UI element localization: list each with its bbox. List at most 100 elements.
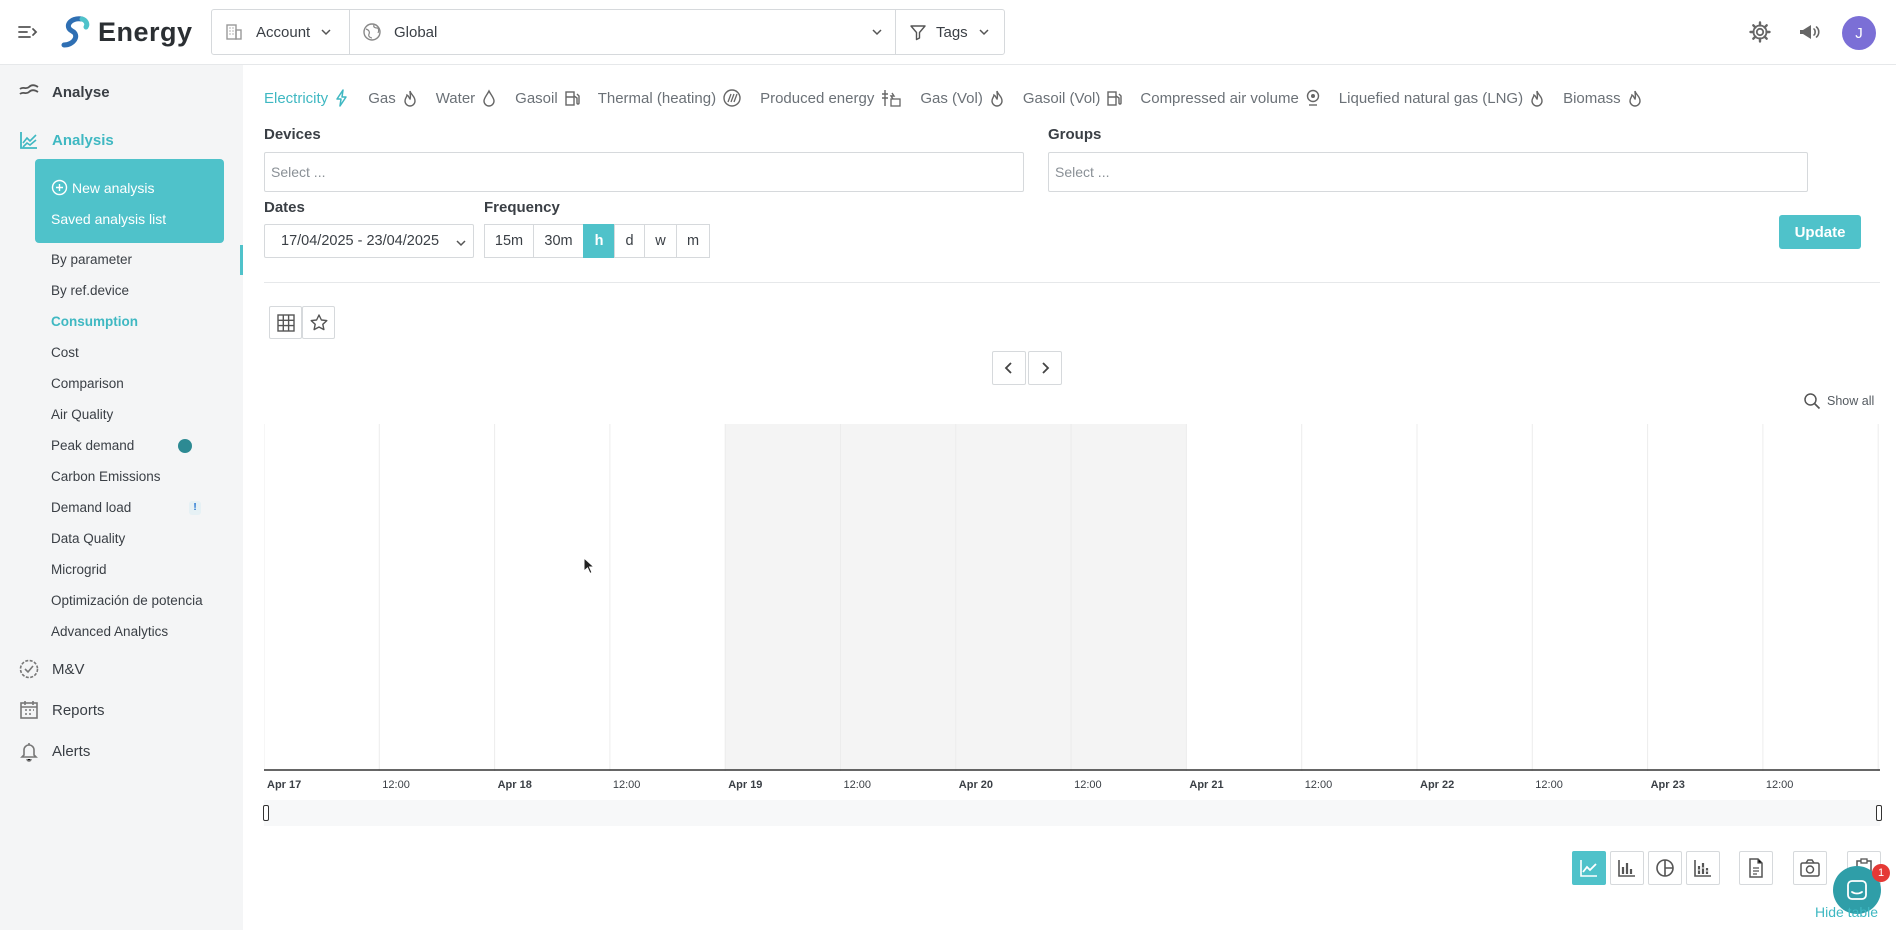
- flame-icon: [404, 90, 416, 107]
- x-tick-label: Apr 21: [1189, 779, 1224, 791]
- tab-electricity[interactable]: Electricity: [264, 89, 350, 107]
- sidebar-sub-air-quality[interactable]: Air Quality: [51, 407, 113, 422]
- x-tick-label: 12:00: [1535, 779, 1563, 791]
- sidebar-item-analyse[interactable]: Analyse: [18, 81, 110, 103]
- demand-load-alert-badge: !: [189, 501, 201, 515]
- zoom-out-icon: [1804, 393, 1821, 410]
- sidebar-label-reports: Reports: [52, 701, 105, 719]
- sidebar-sub-microgrid[interactable]: Microgrid: [51, 562, 107, 577]
- tab-compressed-air-volume[interactable]: Compressed air volume: [1140, 89, 1320, 107]
- flame-icon: [991, 90, 1003, 107]
- sidebar-sub-by-ref-device[interactable]: By ref.device: [51, 283, 129, 298]
- sidebar-sub-comparison[interactable]: Comparison: [51, 376, 124, 391]
- groups-label: Groups: [1048, 126, 1102, 143]
- sidebar-sub-advanced-analytics[interactable]: Advanced Analytics: [51, 624, 168, 639]
- sidebar-item-reports[interactable]: Reports: [18, 699, 105, 721]
- tab-label: Biomass: [1563, 89, 1621, 107]
- location-selector[interactable]: Global: [350, 10, 896, 54]
- x-tick-label: Apr 18: [497, 779, 532, 791]
- navigator-left-handle[interactable]: [263, 805, 269, 821]
- tab-produced-energy[interactable]: Produced energy: [760, 89, 902, 107]
- sidebar-item-analysis[interactable]: Analysis: [18, 129, 114, 151]
- sidebar-sub-peak-demand[interactable]: Peak demand: [51, 438, 134, 453]
- sidebar-item-mv[interactable]: M&V: [18, 658, 85, 680]
- analyse-icon: [19, 84, 39, 95]
- stacked-bar-chart-button[interactable]: [1686, 851, 1720, 885]
- sidebar-sub-cost[interactable]: Cost: [51, 345, 79, 360]
- tab-lng[interactable]: Liquefied natural gas (LNG): [1339, 89, 1545, 107]
- frequency-option-d[interactable]: d: [614, 224, 644, 258]
- tab-label: Liquefied natural gas (LNG): [1338, 89, 1524, 107]
- fuel-pump-icon: [564, 91, 580, 106]
- tab-label: Thermal (heating): [597, 89, 717, 107]
- tab-gas-vol[interactable]: Gas (Vol): [920, 89, 1005, 107]
- x-tick-label: Apr 22: [1420, 779, 1455, 791]
- logo-mark-icon: [61, 16, 90, 48]
- document-icon: [1749, 858, 1763, 878]
- groups-select[interactable]: Select ...: [1048, 152, 1808, 192]
- new-analysis-link[interactable]: New analysis: [51, 179, 154, 196]
- next-period-button[interactable]: [1028, 351, 1062, 385]
- gear-icon[interactable]: [1748, 20, 1772, 44]
- update-button[interactable]: Update: [1779, 215, 1861, 249]
- previous-period-button[interactable]: [992, 351, 1026, 385]
- chart-navigator[interactable]: [264, 800, 1880, 826]
- export-pdf-button[interactable]: [1739, 851, 1773, 885]
- drop-icon: [483, 89, 495, 107]
- table-view-button[interactable]: [269, 306, 302, 339]
- frequency-selector: 15m 30m h d w m: [484, 224, 710, 258]
- consumption-chart[interactable]: [264, 424, 1880, 771]
- flame-icon: [1628, 90, 1641, 107]
- account-label: Account: [256, 23, 311, 41]
- building-icon: [226, 24, 242, 40]
- frequency-option-h[interactable]: h: [583, 224, 614, 258]
- sidebar-sub-data-quality[interactable]: Data Quality: [51, 531, 125, 546]
- frequency-option-m[interactable]: m: [676, 224, 710, 258]
- sidebar: Analyse Analysis New analysis Saved anal…: [0, 65, 243, 930]
- devices-select[interactable]: Select ...: [264, 152, 1024, 192]
- sidebar-sub-carbon-emissions[interactable]: Carbon Emissions: [51, 469, 161, 484]
- pie-chart-button[interactable]: [1648, 851, 1682, 885]
- sidebar-sub-power-optimization[interactable]: Optimización de potencia: [51, 593, 203, 608]
- flame-icon: [1531, 90, 1543, 107]
- line-chart-button[interactable]: [1572, 851, 1606, 885]
- saved-analysis-list-link[interactable]: Saved analysis list: [51, 211, 166, 227]
- frequency-option-w[interactable]: w: [644, 224, 676, 258]
- tab-water[interactable]: Water: [436, 89, 497, 107]
- navigator-right-handle[interactable]: [1876, 805, 1882, 821]
- show-all-zoom[interactable]: Show all: [1803, 392, 1874, 410]
- tab-label: Compressed air volume: [1140, 89, 1299, 107]
- tab-label: Produced energy: [760, 89, 875, 107]
- favorite-button[interactable]: [302, 306, 335, 339]
- sidebar-sub-demand-load[interactable]: Demand load: [51, 500, 131, 515]
- show-all-label: Show all: [1827, 394, 1875, 408]
- tab-gasoil-vol[interactable]: Gasoil (Vol): [1023, 89, 1123, 107]
- frequency-option-15m[interactable]: 15m: [484, 224, 533, 258]
- megaphone-icon[interactable]: [1797, 20, 1821, 44]
- mouse-cursor-icon: [583, 557, 595, 575]
- tab-gasoil[interactable]: Gasoil: [515, 89, 580, 107]
- account-selector[interactable]: Account: [212, 10, 350, 54]
- bar-chart-button[interactable]: [1610, 851, 1644, 885]
- frequency-label: Frequency: [484, 199, 560, 216]
- camera-icon: [1800, 859, 1820, 877]
- screenshot-button[interactable]: [1793, 851, 1827, 885]
- filter-icon: [910, 25, 926, 41]
- tab-gas[interactable]: Gas: [368, 89, 418, 107]
- tags-selector[interactable]: Tags: [896, 10, 1004, 54]
- user-avatar[interactable]: J: [1842, 16, 1876, 50]
- hide-table-link[interactable]: Hide table: [1815, 904, 1878, 920]
- star-icon: [310, 313, 327, 330]
- tab-thermal-heating[interactable]: Thermal (heating): [598, 89, 742, 107]
- sidebar-sub-consumption[interactable]: Consumption: [51, 314, 138, 329]
- sidebar-sub-by-parameter[interactable]: By parameter: [51, 252, 132, 267]
- sidebar-item-alerts[interactable]: Alerts: [18, 740, 90, 762]
- menu-toggle-icon[interactable]: [16, 20, 40, 44]
- chevron-right-icon: [1042, 362, 1050, 374]
- tab-label: Electricity: [264, 89, 329, 107]
- date-range-picker[interactable]: 17/04/2025 - 23/04/2025: [264, 224, 474, 258]
- tab-biomass[interactable]: Biomass: [1563, 89, 1643, 107]
- app-logo[interactable]: Energy: [60, 14, 193, 50]
- check-circle-icon: [19, 659, 39, 679]
- frequency-option-30m[interactable]: 30m: [533, 224, 583, 258]
